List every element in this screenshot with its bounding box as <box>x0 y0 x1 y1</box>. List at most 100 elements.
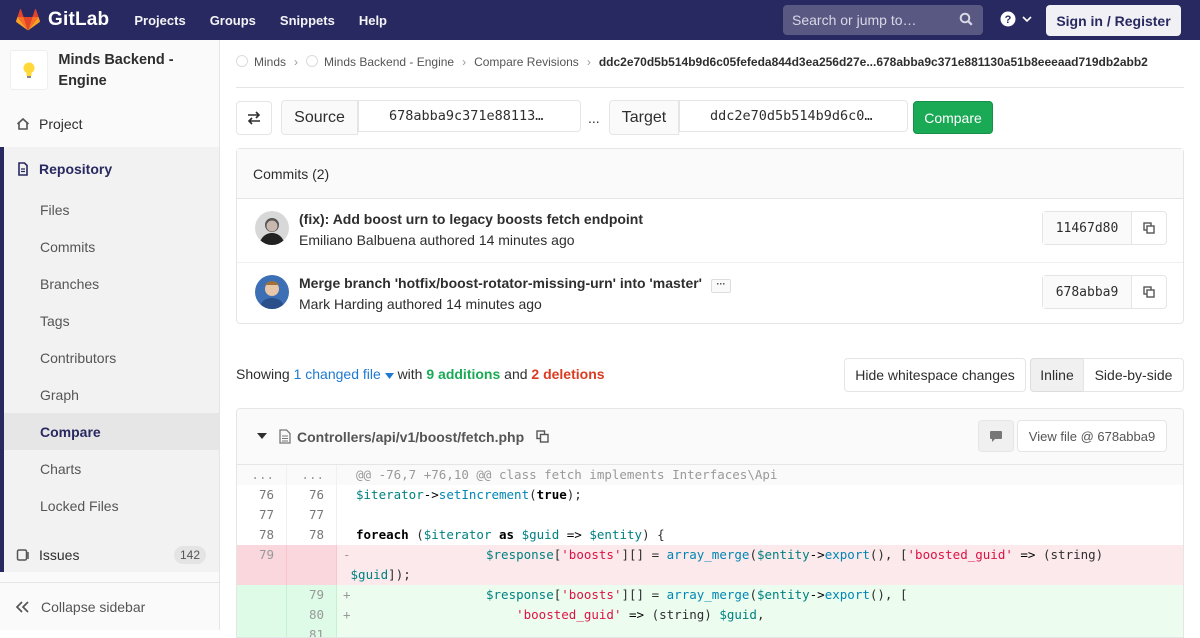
breadcrumb-section[interactable]: Compare Revisions <box>474 55 579 69</box>
brand-name: GitLab <box>48 9 110 30</box>
search-input[interactable]: Search or jump to… <box>783 5 983 35</box>
old-line-number[interactable]: 77 <box>237 505 287 525</box>
sidebar-sub-charts[interactable]: Charts <box>40 461 81 477</box>
code-line: $iterator->setIncrement(true); <box>356 487 582 502</box>
source-label: Source <box>281 100 358 135</box>
diff-line: 76 76 $iterator->setIncrement(true); <box>237 485 1183 505</box>
sidebar-sub-commits[interactable]: Commits <box>40 239 95 255</box>
commit-author[interactable]: Emiliano Balbuena <box>299 232 416 248</box>
nav-groups[interactable]: Groups <box>210 13 256 28</box>
search-placeholder: Search or jump to… <box>792 12 917 28</box>
hide-whitespace-button[interactable]: Hide whitespace changes <box>844 358 1026 392</box>
breadcrumb-current[interactable]: ddc2e70d5b514b9d6c05fefeda844d3ea256d27e… <box>599 55 1148 69</box>
avatar[interactable] <box>255 211 289 245</box>
code-line: foreach ($iterator as $guid => $entity) … <box>356 527 665 542</box>
nav-help[interactable]: Help <box>359 13 387 28</box>
sign-in-button[interactable]: Sign in / Register <box>1046 5 1181 36</box>
side-by-side-button[interactable]: Side-by-side <box>1083 358 1184 392</box>
new-line-number[interactable]: 79 <box>287 585 337 605</box>
source-revision-dropdown[interactable]: 678abba9c371e88113… <box>358 100 581 132</box>
chevron-down-icon[interactable] <box>257 432 267 440</box>
collapse-label: Collapse sidebar <box>41 598 146 615</box>
commits-panel: Commits (2) (fix): Add boost urn to lega… <box>236 148 1184 324</box>
new-line-number[interactable]: 76 <box>287 485 337 505</box>
hunk-header-row: ...... @@ -76,7 +76,10 @@ class fetch im… <box>237 465 1183 485</box>
old-line-number[interactable]: ... <box>237 465 287 485</box>
expand-description-button[interactable]: ··· <box>711 279 732 293</box>
top-navbar: GitLab Projects Groups Snippets Help Sea… <box>0 0 1200 40</box>
help-dropdown[interactable]: ? <box>1000 11 1033 27</box>
new-line-number[interactable] <box>287 545 337 585</box>
additions-count: 9 additions <box>426 366 501 382</box>
project-name: Minds Backend - Engine <box>58 52 174 89</box>
commit-sha[interactable]: 11467d80 <box>1043 212 1132 244</box>
old-line-number[interactable]: 79 <box>237 545 287 585</box>
question-icon: ? <box>1000 11 1016 27</box>
new-line-number[interactable]: ... <box>287 465 337 485</box>
diff-file-header: Controllers/api/v1/boost/fetch.php View … <box>237 409 1183 465</box>
gitlab-logo[interactable]: GitLab <box>16 9 109 31</box>
commit-title[interactable]: Merge branch 'hotfix/boost-rotator-missi… <box>299 275 732 293</box>
breadcrumb-group[interactable]: Minds <box>254 55 286 69</box>
old-line-number[interactable] <box>237 625 287 637</box>
compare-button[interactable]: Compare <box>913 101 993 134</box>
new-line-number[interactable]: 78 <box>287 525 337 545</box>
issues-count-badge: 142 <box>174 546 207 564</box>
changed-files-dropdown[interactable]: 1 changed file <box>294 366 394 382</box>
view-file-button[interactable]: View file @ 678abba9 <box>1017 420 1167 452</box>
commit-title-text: Merge branch 'hotfix/boost-rotator-missi… <box>299 275 703 291</box>
sidebar-sub-branches[interactable]: Branches <box>40 276 99 292</box>
document-icon <box>18 162 28 176</box>
nav-snippets[interactable]: Snippets <box>280 13 335 28</box>
new-line-number[interactable]: 81 <box>287 625 337 637</box>
copy-icon[interactable] <box>536 430 549 443</box>
sidebar-item-repository[interactable]: Repository <box>0 159 219 179</box>
search-icon <box>959 12 973 26</box>
collapse-sidebar-button[interactable]: Collapse sidebar <box>0 582 219 630</box>
nav-projects[interactable]: Projects <box>134 13 185 28</box>
inline-view-button[interactable]: Inline <box>1030 358 1084 392</box>
diff-file-path[interactable]: Controllers/api/v1/boost/fetch.php <box>297 429 524 445</box>
target-label: Target <box>609 100 679 135</box>
breadcrumb-chevron-icon: › <box>294 55 299 69</box>
sidebar-sub-locked-files[interactable]: Locked Files <box>40 498 119 514</box>
copy-sha-button[interactable] <box>1132 276 1166 308</box>
sidebar-sub-graph[interactable]: Graph <box>40 387 79 403</box>
sidebar-sub-contributors[interactable]: Contributors <box>40 350 116 366</box>
diff-line-added: 80 + 'boosted_guid' => (string) $guid, <box>237 605 1183 625</box>
sidebar-sub-compare[interactable]: Compare <box>40 424 101 440</box>
project-avatar <box>10 50 49 90</box>
commit-sha[interactable]: 678abba9 <box>1043 276 1132 308</box>
diff-line-added: 81 <box>237 625 1183 637</box>
old-line-number[interactable]: 78 <box>237 525 287 545</box>
sidebar-item-project[interactable]: Project <box>0 114 219 134</box>
sidebar-sub-files[interactable]: Files <box>40 202 70 218</box>
target-revision-dropdown[interactable]: ddc2e70d5b514b9d6c0… <box>679 100 908 132</box>
old-line-number[interactable]: 76 <box>237 485 287 505</box>
breadcrumb-project[interactable]: Minds Backend - Engine <box>324 55 454 69</box>
sidebar-item-issues[interactable]: Issues 142 <box>0 545 219 565</box>
old-line-number[interactable] <box>237 585 287 605</box>
swap-revisions-button[interactable] <box>236 101 272 135</box>
copy-sha-button[interactable] <box>1132 212 1166 244</box>
diff-file: Controllers/api/v1/boost/fetch.php View … <box>236 408 1184 638</box>
sidebar-label-repository: Repository <box>39 161 113 177</box>
new-line-number[interactable]: 77 <box>287 505 337 525</box>
avatar[interactable] <box>255 275 289 309</box>
project-header[interactable]: Minds Backend - Engine <box>0 40 219 112</box>
code-line: + 'boosted_guid' => (string) $guid, <box>343 607 765 622</box>
hunk-header: @@ -76,7 +76,10 @@ class fetch implement… <box>356 467 778 482</box>
copy-icon <box>1143 286 1155 298</box>
source-revision-value: 678abba9c371e88113… <box>389 108 544 124</box>
tanuki-icon <box>16 9 40 31</box>
active-item-highlight <box>4 413 219 450</box>
commit-title[interactable]: (fix): Add boost urn to legacy boosts fe… <box>299 211 643 227</box>
diff-line-removed: 79 - $response['boosts'][] = array_merge… <box>237 545 1183 585</box>
sidebar-sub-tags[interactable]: Tags <box>40 313 70 329</box>
new-line-number[interactable]: 80 <box>287 605 337 625</box>
commit-author[interactable]: Mark Harding <box>299 296 383 312</box>
toggle-comments-button[interactable] <box>978 420 1014 452</box>
summary-showing: Showing <box>236 366 290 382</box>
old-line-number[interactable] <box>237 605 287 625</box>
diff-line-added: 79 + $response['boosts'][] = array_merge… <box>237 585 1183 605</box>
